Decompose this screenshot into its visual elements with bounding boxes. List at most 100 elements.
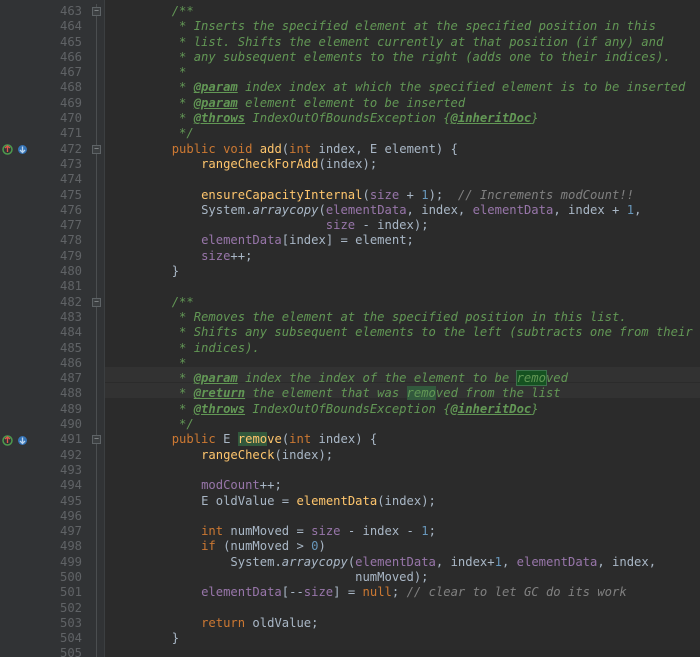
line-number[interactable]: 495 [30, 494, 90, 509]
code-line[interactable]: System.arraycopy(elementData, index, ele… [113, 203, 700, 218]
line-number[interactable]: 497 [30, 524, 90, 539]
line-number[interactable]: 488 [30, 386, 90, 401]
fold-column[interactable] [90, 0, 105, 657]
code-line[interactable]: * @throws IndexOutOfBoundsException {@in… [113, 402, 700, 417]
code-line[interactable]: rangeCheck(index); [113, 448, 700, 463]
code-line[interactable]: size - index); [113, 218, 700, 233]
line-number[interactable]: 487 [30, 371, 90, 386]
search-hit-current: remo [517, 371, 546, 385]
line-number[interactable]: 490 [30, 417, 90, 432]
code-line[interactable]: rangeCheckForAdd(index); [113, 157, 700, 172]
line-number[interactable]: 498 [30, 539, 90, 554]
code-line[interactable]: * indices). [113, 341, 700, 356]
line-number[interactable]: 505 [30, 646, 90, 657]
line-number[interactable]: 466 [30, 50, 90, 65]
code-line[interactable]: */ [113, 126, 700, 141]
line-number[interactable]: 467 [30, 65, 90, 80]
code-line[interactable]: * Removes the element at the specified p… [113, 310, 700, 325]
code-line[interactable]: ensureCapacityInternal(size + 1); // Inc… [113, 188, 700, 203]
code-line[interactable]: * @param index index at which the specif… [113, 80, 700, 95]
line-number[interactable]: 492 [30, 448, 90, 463]
fold-toggle[interactable] [92, 7, 101, 16]
line-number[interactable]: 475 [30, 188, 90, 203]
line-number[interactable]: 473 [30, 157, 90, 172]
line-number[interactable]: 464 [30, 19, 90, 34]
code-line[interactable]: numMoved); [113, 570, 700, 585]
code-area[interactable]: /** * Inserts the specified element at t… [105, 0, 700, 657]
code-line[interactable]: /** [113, 295, 700, 310]
code-line[interactable] [113, 601, 700, 616]
line-number[interactable]: 477 [30, 218, 90, 233]
line-number[interactable]: 484 [30, 325, 90, 340]
line-number[interactable]: 491 [30, 432, 90, 447]
code-line[interactable]: E oldValue = elementData(index); [113, 494, 700, 509]
code-line[interactable]: } [113, 264, 700, 279]
line-number[interactable]: 485 [30, 341, 90, 356]
code-line[interactable]: * [113, 65, 700, 80]
line-number[interactable]: 478 [30, 233, 90, 248]
code-line[interactable]: /** [113, 4, 700, 19]
code-line[interactable]: if (numMoved > 0) [113, 539, 700, 554]
line-number[interactable]: 503 [30, 616, 90, 631]
code-line[interactable]: * list. Shifts the element currently at … [113, 35, 700, 50]
line-number[interactable]: 504 [30, 631, 90, 646]
code-line[interactable]: modCount++; [113, 478, 700, 493]
line-number[interactable]: 479 [30, 249, 90, 264]
code-line[interactable]: * Inserts the specified element at the s… [113, 19, 700, 34]
code-line[interactable]: elementData[--size] = null; // clear to … [113, 585, 700, 600]
code-line[interactable] [113, 463, 700, 478]
code-line[interactable]: size++; [113, 249, 700, 264]
line-number[interactable]: 501 [30, 585, 90, 600]
line-number[interactable]: 493 [30, 463, 90, 478]
line-number[interactable]: 483 [30, 310, 90, 325]
code-line[interactable]: * @return the element that was removed f… [113, 386, 700, 401]
fold-toggle[interactable] [92, 435, 101, 444]
line-number[interactable]: 474 [30, 172, 90, 187]
code-line[interactable]: return oldValue; [113, 616, 700, 631]
code-line[interactable]: public void add(int index, E element) { [113, 142, 700, 157]
code-line[interactable]: * @throws IndexOutOfBoundsException {@in… [113, 111, 700, 126]
code-line[interactable] [113, 172, 700, 187]
code-line[interactable]: int numMoved = size - index - 1; [113, 524, 700, 539]
code-line[interactable]: public E remove(int index) { [113, 432, 700, 447]
line-number[interactable]: 482 [30, 295, 90, 310]
line-number[interactable]: 468 [30, 80, 90, 95]
line-number[interactable]: 500 [30, 570, 90, 585]
code-line[interactable]: System.arraycopy(elementData, index+1, e… [113, 555, 700, 570]
code-line[interactable] [113, 646, 700, 657]
line-number-gutter[interactable]: 4634644654664674684694704714724734744754… [30, 0, 90, 657]
line-number[interactable]: 496 [30, 509, 90, 524]
line-number[interactable]: 481 [30, 279, 90, 294]
line-number[interactable]: 472 [30, 142, 90, 157]
code-editor[interactable]: 4634644654664674684694704714724734744754… [0, 0, 700, 657]
overrides-icon[interactable] [17, 435, 28, 446]
fold-toggle[interactable] [92, 298, 101, 307]
code-line[interactable]: * Shifts any subsequent elements to the … [113, 325, 700, 340]
search-hit: remo [407, 386, 436, 400]
search-hit: remo [238, 432, 267, 446]
implements-icon[interactable] [2, 435, 13, 446]
overrides-icon[interactable] [17, 144, 28, 155]
code-line[interactable] [113, 279, 700, 294]
line-number[interactable]: 502 [30, 601, 90, 616]
line-number[interactable]: 489 [30, 402, 90, 417]
line-number[interactable]: 499 [30, 555, 90, 570]
fold-toggle[interactable] [92, 145, 101, 154]
implements-icon[interactable] [2, 144, 13, 155]
line-number[interactable]: 476 [30, 203, 90, 218]
line-number[interactable]: 463 [30, 4, 90, 19]
line-number[interactable]: 465 [30, 35, 90, 50]
code-line[interactable]: * @param element element to be inserted [113, 96, 700, 111]
line-number[interactable]: 469 [30, 96, 90, 111]
code-line[interactable]: * any subsequent elements to the right (… [113, 50, 700, 65]
code-line[interactable] [113, 509, 700, 524]
line-number[interactable]: 470 [30, 111, 90, 126]
line-number[interactable]: 486 [30, 356, 90, 371]
code-line[interactable]: elementData[index] = element; [113, 233, 700, 248]
line-number[interactable]: 494 [30, 478, 90, 493]
gutter-icon-strip [0, 0, 30, 657]
line-number[interactable]: 471 [30, 126, 90, 141]
code-line[interactable]: */ [113, 417, 700, 432]
code-line[interactable]: } [113, 631, 700, 646]
line-number[interactable]: 480 [30, 264, 90, 279]
